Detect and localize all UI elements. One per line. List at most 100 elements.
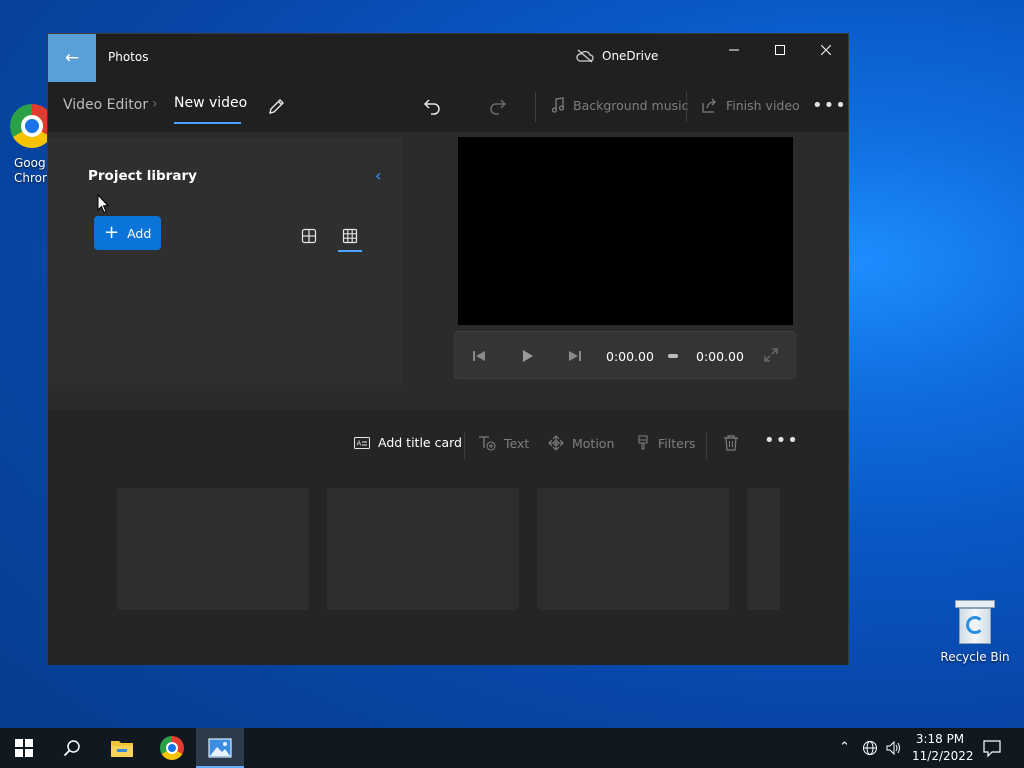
maximize-icon [775,45,785,55]
project-library-title: Project library [88,168,197,184]
clock-date: 11/2/2022 [912,749,974,763]
redo-icon [490,99,507,115]
recycle-bin-icon [955,600,995,644]
text-label: Text [504,435,530,451]
current-time: 0:00.00 [606,349,654,364]
delete-button[interactable] [722,434,740,452]
maximize-button[interactable] [757,34,803,66]
back-button[interactable]: ← [48,34,96,82]
minimize-icon [729,49,739,51]
folder-icon [111,741,133,757]
storyboard-slot[interactable] [537,488,729,610]
toolbar-divider [686,92,687,122]
file-explorer-button[interactable] [98,728,146,768]
storyboard-panel: A Add title card Text Motion Filters ••• [48,410,848,665]
text-button[interactable]: Text [478,435,529,451]
text-icon [479,436,496,451]
notification-center-icon[interactable] [982,738,1002,758]
motion-icon [548,435,564,451]
skip-forward-icon [569,351,581,361]
more-options-icon[interactable]: ••• [812,95,847,116]
view-selected-indicator [338,250,362,252]
total-time: 0:00.00 [696,349,744,364]
video-preview[interactable] [458,137,793,325]
brush-icon [638,435,648,450]
play-icon [523,350,533,362]
add-title-card-label: Add title card [378,435,462,450]
undo-button[interactable] [422,96,442,116]
add-button-label: Add [127,225,152,241]
storyboard-slot[interactable] [117,488,309,610]
desktop-icon-label: Recycle Bin [940,650,1010,664]
large-grid-view-icon[interactable] [301,228,317,244]
background-music-label: Background music [573,97,689,113]
minimize-button[interactable] [711,34,757,66]
close-icon [821,45,831,55]
onedrive-status[interactable]: OneDrive [576,49,658,63]
search-button[interactable] [48,728,96,768]
onedrive-label: OneDrive [602,49,659,63]
finish-video-label: Finish video [726,97,800,113]
storyboard-divider [464,432,465,460]
motion-button[interactable]: Motion [548,435,614,451]
taskbar: ⌃ 3:18 PM 11/2/2022 [0,728,1024,768]
fullscreen-button[interactable] [763,347,779,363]
filters-button[interactable]: Filters [636,435,695,451]
photos-taskbar-button[interactable] [196,728,244,768]
share-export-icon [702,98,716,113]
motion-label: Motion [572,435,615,451]
start-button[interactable] [0,728,48,768]
seek-slider[interactable] [668,354,678,358]
panel-divider [48,386,848,410]
breadcrumb-project-name[interactable]: New video [174,95,247,111]
storyboard-slot[interactable] [327,488,519,610]
background-music-button[interactable]: Background music [551,97,689,113]
system-clock[interactable]: 3:18 PM 11/2/2022 [912,731,974,765]
show-hidden-icons-chevron-up-icon[interactable]: ⌃ [839,740,850,755]
collapse-chevron-left-icon[interactable]: ‹ [375,166,381,185]
editor-toolbar: Video Editor › New video Background musi… [48,82,848,132]
chrome-taskbar-button[interactable] [148,728,196,768]
play-button[interactable] [519,348,535,364]
volume-icon[interactable] [886,740,902,760]
search-icon [63,740,80,757]
previous-frame-button[interactable] [471,348,487,364]
storyboard-slot[interactable] [747,488,780,610]
svg-text:A: A [357,439,362,447]
next-frame-button[interactable] [567,348,583,364]
finish-video-button[interactable]: Finish video [702,97,800,113]
storyboard-toolbar: A Add title card Text Motion Filters ••• [48,430,848,460]
desktop-recycle-bin[interactable]: Recycle Bin [939,600,1011,664]
arrow-left-icon: ← [64,48,80,68]
add-title-card-button[interactable]: A Add title card [354,435,462,450]
network-icon[interactable] [862,740,878,760]
close-button[interactable] [803,34,849,66]
project-library-panel: Project library ‹ + Add [48,138,402,385]
title-card-icon: A [354,436,370,449]
redo-button[interactable] [488,96,508,116]
cloud-off-icon [576,49,594,63]
windows-logo-icon [15,739,33,757]
chrome-icon [160,736,184,760]
breadcrumb-underline [174,122,241,124]
small-grid-view-icon[interactable] [342,228,358,244]
expand-icon [764,348,778,362]
storyboard-more-options-icon[interactable]: ••• [764,430,799,451]
undo-icon [423,99,440,115]
trash-icon [724,435,738,451]
toolbar-divider [535,92,536,122]
mouse-cursor-icon [97,194,109,214]
add-button[interactable]: + Add [94,216,161,250]
app-title: Photos [108,50,149,64]
skip-back-icon [473,351,485,361]
plus-icon: + [104,222,120,243]
photos-app-icon [208,738,232,758]
photos-window: ← Photos OneDrive Video Editor › New vid… [47,33,849,665]
breadcrumb-video-editor[interactable]: Video Editor [63,97,148,113]
pencil-icon [269,99,284,114]
rename-button[interactable] [267,96,287,116]
player-controls: 0:00.00 0:00.00 [454,331,796,379]
filters-label: Filters [658,435,696,451]
music-note-icon [551,97,565,113]
clock-time: 3:18 PM [915,732,965,746]
